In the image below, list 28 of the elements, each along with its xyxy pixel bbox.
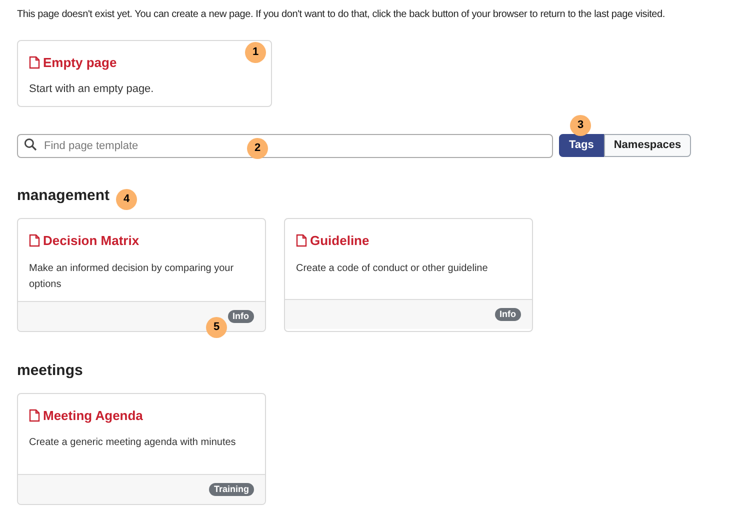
template-description: Create a generic meeting agenda with minutes — [29, 436, 237, 450]
callout-marker: 4 — [116, 189, 137, 210]
template-title[interactable]: Decision Matrix — [43, 231, 140, 250]
tag-label[interactable]: Info — [228, 310, 254, 322]
callout-marker: 2 — [247, 138, 268, 159]
template-description: Make an informed decision by comparing your options — [29, 262, 235, 292]
template-card[interactable]: Guideline Create a code of conduct or other guideline Info — [284, 218, 533, 332]
tag-label[interactable]: Training — [208, 482, 254, 496]
callout-marker: 1 — [245, 42, 266, 63]
group-heading: meetings — [17, 360, 83, 380]
document-icon — [29, 56, 40, 70]
template-title[interactable]: Empty page — [43, 53, 117, 72]
view-tab[interactable]: Tags — [559, 134, 604, 156]
search-icon — [24, 138, 37, 151]
template-description: Start with an empty page. — [29, 82, 155, 96]
callout-marker: 3 — [570, 115, 591, 136]
group-heading: management — [17, 186, 110, 206]
template-title[interactable]: Guideline — [310, 231, 370, 250]
template-title[interactable]: Meeting Agenda — [43, 406, 143, 425]
document-icon — [29, 408, 40, 422]
document-icon — [296, 234, 307, 248]
callout-marker: 5 — [206, 317, 227, 338]
template-card[interactable]: Meeting Agenda Create a generic meeting agenda with minutes Training — [17, 392, 266, 504]
document-icon — [29, 234, 40, 248]
template-description: Create a code of conduct or other guideline — [296, 262, 489, 276]
view-tab[interactable]: Namespaces — [604, 134, 692, 156]
intro-text: This page doesn't exist yet. You can create a new page. If you don't want to do that, click the back button of your browser to return to the last page visited. — [17, 8, 665, 22]
tag-label[interactable]: Info — [494, 308, 521, 321]
